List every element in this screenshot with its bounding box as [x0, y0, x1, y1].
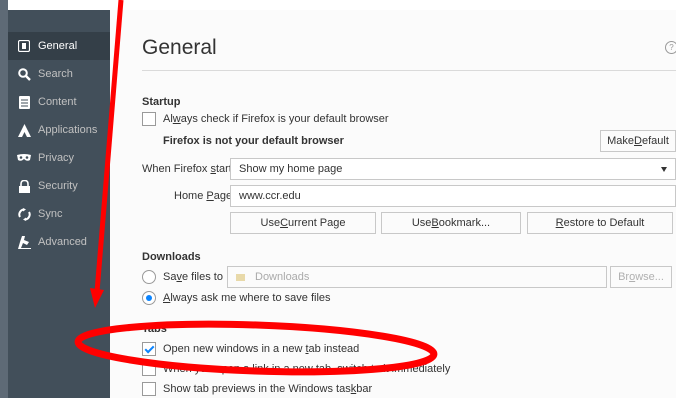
switch-to-tab-checkbox[interactable] — [142, 362, 156, 376]
downloads-section-title: Downloads — [142, 251, 201, 263]
tabs-section-title: Tabs — [142, 323, 167, 335]
download-folder-value: Downloads — [255, 271, 310, 283]
save-files-radio[interactable] — [142, 270, 156, 284]
chevron-down-icon — [661, 167, 667, 172]
home-page-input[interactable]: www.ccr.edu — [230, 185, 676, 207]
content-icon — [17, 95, 31, 109]
use-current-page-button[interactable]: Use Current Page — [230, 212, 376, 234]
open-new-windows-checkbox[interactable] — [142, 342, 156, 356]
sidebar-item-label: General — [38, 40, 78, 52]
sidebar-item-label: Search — [38, 68, 73, 80]
default-browser-status: Firefox is not your default browser — [163, 135, 344, 147]
sidebar-item-label: Sync — [38, 208, 63, 220]
use-bookmark-button[interactable]: Use Bookmark... — [381, 212, 521, 234]
sidebar-item-label: Advanced — [38, 236, 87, 248]
sidebar-item-label: Content — [38, 96, 77, 108]
applications-icon — [17, 123, 31, 137]
sync-icon — [17, 207, 31, 221]
folder-icon — [236, 273, 245, 281]
always-check-default-label[interactable]: Always check if Firefox is your default … — [163, 113, 389, 125]
advanced-icon — [17, 235, 31, 249]
always-ask-radio[interactable] — [142, 291, 156, 305]
help-icon[interactable]: ? — [665, 41, 676, 54]
switch-to-tab-label[interactable]: When you open a link in a new tab, switc… — [163, 363, 450, 375]
sidebar-item-security[interactable]: Security — [8, 172, 110, 200]
sidebar-item-label: Applications — [38, 124, 98, 136]
home-page-label: Home Page: — [174, 190, 236, 202]
sidebar-item-sync[interactable]: Sync — [8, 200, 110, 228]
tab-previews-checkbox[interactable] — [142, 382, 156, 396]
save-files-label[interactable]: Save files to — [163, 271, 223, 283]
tab-previews-label[interactable]: Show tab previews in the Windows taskbar — [163, 383, 372, 395]
window-left-border — [0, 0, 8, 398]
sidebar-item-content[interactable]: Content — [8, 88, 110, 116]
download-folder-field[interactable]: Downloads — [227, 266, 607, 288]
make-default-button[interactable]: Make Default — [600, 130, 676, 152]
general-icon — [17, 39, 31, 53]
sidebar-item-applications[interactable]: Applications — [8, 116, 110, 144]
when-firefox-starts-label: When Firefox starts: — [142, 163, 241, 175]
always-check-default-checkbox[interactable] — [142, 112, 156, 126]
sidebar-item-advanced[interactable]: Advanced — [8, 228, 110, 256]
title-divider — [142, 70, 676, 71]
sidebar-item-label: Privacy — [38, 152, 75, 164]
lock-icon — [17, 179, 31, 193]
sidebar: General Search Content Applications Priv… — [8, 10, 110, 398]
sidebar-item-general[interactable]: General — [8, 32, 110, 60]
sidebar-item-privacy[interactable]: Privacy — [8, 144, 110, 172]
startup-section-title: Startup — [142, 96, 181, 108]
preferences-main-pane: General ? Startup Always check if Firefo… — [110, 10, 676, 398]
home-page-value: www.ccr.edu — [239, 190, 301, 202]
sidebar-item-search[interactable]: Search — [8, 60, 110, 88]
page-title: General — [142, 36, 217, 59]
privacy-mask-icon — [17, 151, 31, 165]
sidebar-item-label: Security — [38, 180, 78, 192]
startup-behavior-value: Show my home page — [239, 163, 343, 175]
restore-default-button[interactable]: Restore to Default — [527, 212, 673, 234]
startup-behavior-select[interactable]: Show my home page — [230, 158, 676, 180]
always-ask-label[interactable]: Always ask me where to save files — [163, 292, 331, 304]
open-new-windows-label[interactable]: Open new windows in a new tab instead — [163, 343, 359, 355]
browse-button[interactable]: Br o wse... — [610, 266, 672, 288]
search-icon — [17, 67, 31, 81]
